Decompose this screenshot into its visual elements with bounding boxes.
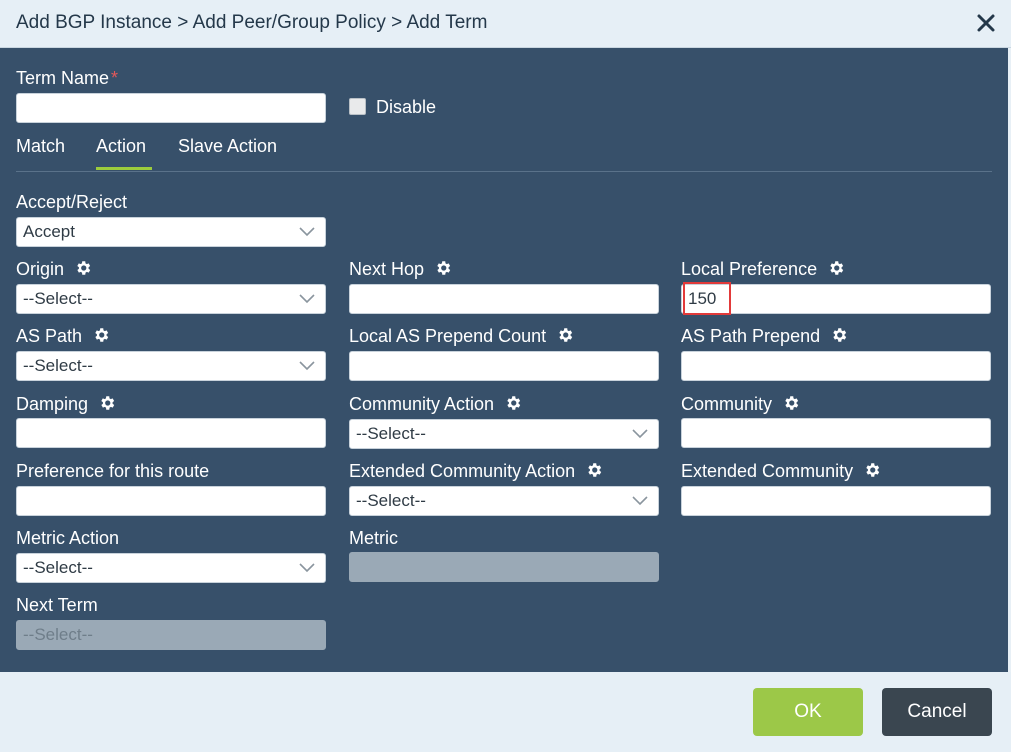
local-as-prepend-count-input[interactable] xyxy=(349,351,659,381)
ext-community-input[interactable] xyxy=(681,486,991,516)
damping-input[interactable] xyxy=(16,418,326,448)
damping-label: Damping xyxy=(16,394,116,415)
next-hop-input[interactable] xyxy=(349,284,659,314)
chevron-down-icon xyxy=(299,294,315,304)
term-name-input[interactable] xyxy=(16,93,326,123)
metric-label: Metric xyxy=(349,528,398,548)
cancel-button[interactable]: Cancel xyxy=(882,688,992,736)
active-tab-indicator xyxy=(96,167,152,170)
ext-community-action-label: Extended Community Action xyxy=(349,461,603,482)
origin-select[interactable]: --Select-- xyxy=(16,284,326,314)
dialog-titlebar: Add BGP Instance > Add Peer/Group Policy… xyxy=(0,0,1011,48)
origin-value: --Select-- xyxy=(23,289,93,308)
as-path-value: --Select-- xyxy=(23,356,93,375)
dialog-title: Add BGP Instance > Add Peer/Group Policy… xyxy=(16,12,488,33)
local-preference-label: Local Preference xyxy=(681,259,845,280)
gear-icon[interactable] xyxy=(74,259,92,277)
community-label: Community xyxy=(681,394,800,415)
chevron-down-icon xyxy=(632,496,648,506)
next-term-value: --Select-- xyxy=(23,625,93,644)
gear-icon[interactable] xyxy=(863,461,881,479)
as-path-prepend-label: AS Path Prepend xyxy=(681,326,848,347)
local-as-prepend-count-label: Local AS Prepend Count xyxy=(349,326,574,347)
local-preference-input[interactable] xyxy=(681,284,991,314)
ext-community-action-select[interactable]: --Select-- xyxy=(349,486,659,516)
tab-match[interactable]: Match xyxy=(16,136,65,157)
disable-label[interactable]: Disable xyxy=(376,97,436,118)
accept-reject-select[interactable]: Accept xyxy=(16,217,326,247)
tab-slave-action[interactable]: Slave Action xyxy=(178,136,277,157)
close-icon[interactable] xyxy=(975,12,997,34)
required-mark: * xyxy=(111,68,119,88)
preference-input[interactable] xyxy=(16,486,326,516)
community-action-label: Community Action xyxy=(349,394,522,415)
chevron-down-icon xyxy=(299,361,315,371)
preference-label: Preference for this route xyxy=(16,461,210,481)
gear-icon[interactable] xyxy=(92,326,110,344)
community-action-value: --Select-- xyxy=(356,424,426,443)
chevron-down-icon xyxy=(632,429,648,439)
as-path-select[interactable]: --Select-- xyxy=(16,351,326,381)
add-term-dialog: Add BGP Instance > Add Peer/Group Policy… xyxy=(0,0,1011,752)
disable-checkbox[interactable] xyxy=(349,98,366,115)
gear-icon[interactable] xyxy=(830,326,848,344)
community-input[interactable] xyxy=(681,418,991,448)
community-action-select[interactable]: --Select-- xyxy=(349,419,659,449)
gear-icon[interactable] xyxy=(782,394,800,412)
chevron-down-icon xyxy=(299,227,315,237)
gear-icon[interactable] xyxy=(827,259,845,277)
metric-action-value: --Select-- xyxy=(23,558,93,577)
as-path-label: AS Path xyxy=(16,326,110,347)
ext-community-action-value: --Select-- xyxy=(356,491,426,510)
tab-action[interactable]: Action xyxy=(96,136,146,157)
gear-icon[interactable] xyxy=(556,326,574,344)
gear-icon[interactable] xyxy=(585,461,603,479)
accept-reject-label: Accept/Reject xyxy=(16,192,128,212)
gear-icon[interactable] xyxy=(504,394,522,412)
chevron-down-icon xyxy=(299,563,315,573)
gear-icon[interactable] xyxy=(98,394,116,412)
term-name-label: Term Name * xyxy=(16,68,119,88)
as-path-prepend-input[interactable] xyxy=(681,351,991,381)
metric-input xyxy=(349,552,659,582)
gear-icon[interactable] xyxy=(434,259,452,277)
tab-divider xyxy=(16,171,992,172)
metric-action-select[interactable]: --Select-- xyxy=(16,553,326,583)
next-term-label: Next Term xyxy=(16,595,98,615)
accept-reject-value: Accept xyxy=(23,222,75,241)
metric-action-label: Metric Action xyxy=(16,528,120,548)
ext-community-label: Extended Community xyxy=(681,461,881,482)
ok-button[interactable]: OK xyxy=(753,688,863,736)
next-hop-label: Next Hop xyxy=(349,259,452,280)
next-term-select: --Select-- xyxy=(16,620,326,650)
origin-label: Origin xyxy=(16,259,92,280)
